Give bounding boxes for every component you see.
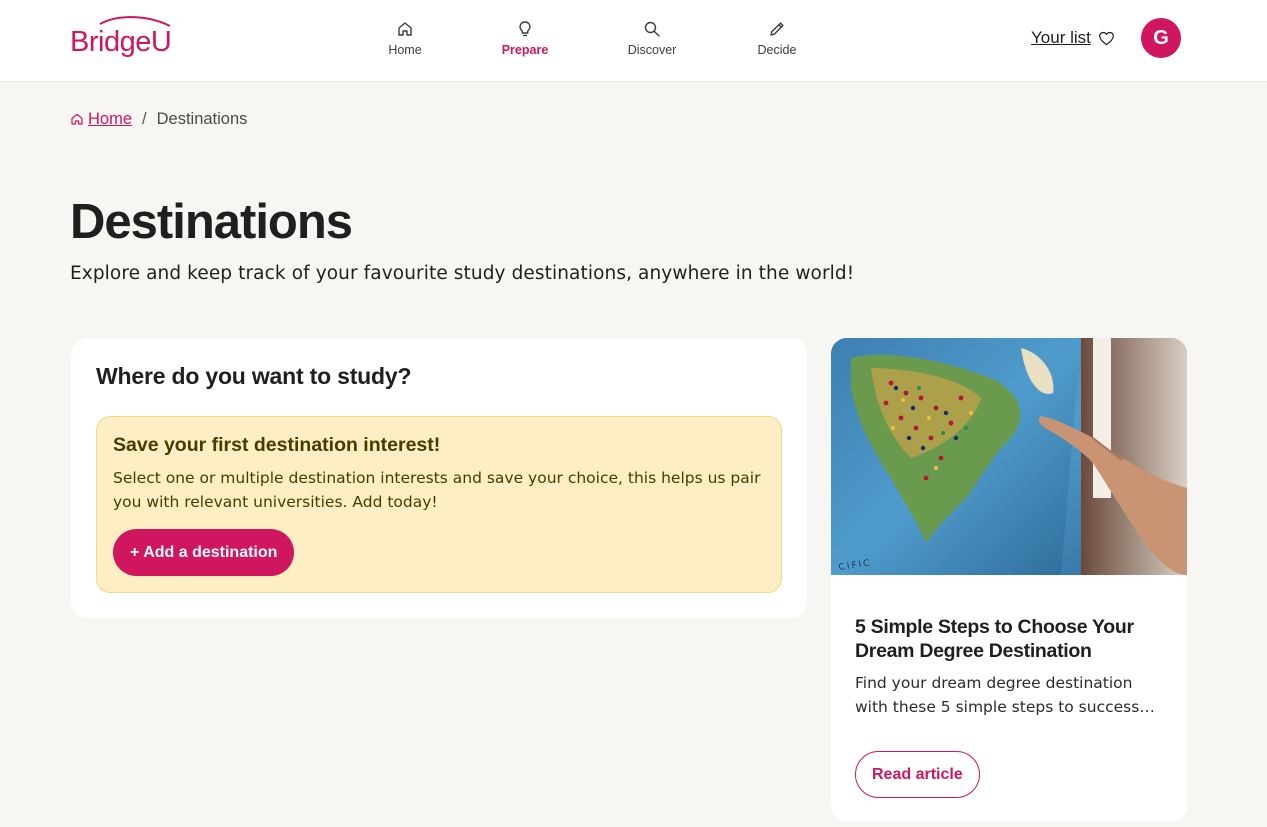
add-destination-button[interactable]: + Add a destination bbox=[113, 529, 295, 576]
lightbulb-icon bbox=[519, 21, 531, 37]
user-avatar[interactable]: G bbox=[1141, 18, 1181, 58]
pencil-icon bbox=[770, 22, 784, 36]
read-article-button[interactable]: Read article bbox=[855, 751, 980, 798]
breadcrumb-home-link[interactable]: Home bbox=[70, 110, 132, 129]
page-title: Destinations bbox=[70, 195, 353, 249]
nav-item-decide[interactable]: Decide bbox=[737, 18, 817, 60]
world-map-photo: CIFIC bbox=[831, 338, 1187, 575]
top-header: BridgeU Home Prepare Discover Decide You… bbox=[0, 0, 1267, 82]
breadcrumb-separator: / bbox=[142, 109, 147, 128]
destination-notice: Save your first destination interest! Se… bbox=[96, 416, 782, 593]
heart-icon bbox=[1098, 31, 1114, 45]
nav-label-discover: Discover bbox=[627, 43, 677, 57]
nav-item-home[interactable]: Home bbox=[365, 18, 445, 60]
home-icon bbox=[398, 22, 412, 36]
nav-label-home: Home bbox=[388, 43, 422, 57]
breadcrumb: Home / Destinations bbox=[70, 108, 247, 130]
nav-item-prepare[interactable]: Prepare bbox=[485, 18, 565, 60]
breadcrumb-current: Destinations bbox=[156, 109, 248, 128]
nav-label-prepare: Prepare bbox=[501, 43, 549, 57]
article-card: CIFIC 5 Simple Steps to Choose Your Drea… bbox=[831, 338, 1187, 822]
home-icon bbox=[71, 113, 83, 125]
notice-body: Select one or multiple destination inter… bbox=[113, 469, 761, 511]
notice-title: Save your first destination interest! bbox=[113, 434, 441, 456]
article-excerpt: Find your dream degree destination with … bbox=[855, 674, 1155, 716]
your-list-label: Your list bbox=[1031, 28, 1091, 47]
destination-card-heading: Where do you want to study? bbox=[96, 363, 412, 389]
breadcrumb-home-label: Home bbox=[88, 109, 133, 128]
your-list-link[interactable]: Your list bbox=[1031, 26, 1115, 50]
nav-label-decide: Decide bbox=[757, 43, 797, 57]
search-icon bbox=[644, 21, 660, 37]
page-subtitle: Explore and keep track of your favourite… bbox=[70, 263, 855, 284]
article-title[interactable]: 5 Simple Steps to Choose Your Dream Degr… bbox=[855, 615, 1170, 663]
destination-card: Where do you want to study? Save your fi… bbox=[71, 338, 807, 618]
nav-item-discover[interactable]: Discover bbox=[612, 18, 692, 60]
